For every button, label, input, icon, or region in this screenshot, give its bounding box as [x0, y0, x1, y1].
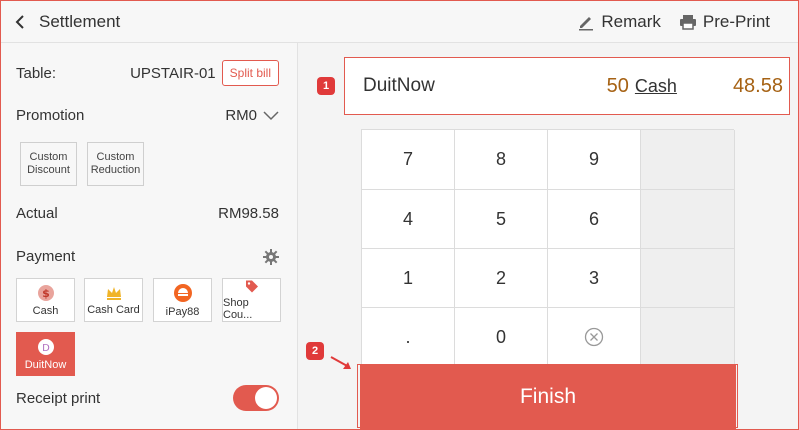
remark-label: Remark	[601, 11, 661, 31]
payment-ipay88[interactable]: iPay88	[153, 278, 212, 322]
table-row: Table: UPSTAIR-01 Split bill	[16, 60, 279, 86]
promotion-value: RM0	[225, 107, 257, 124]
table-value: UPSTAIR-01	[130, 64, 216, 82]
printer-icon	[679, 14, 696, 30]
crown-icon	[106, 286, 121, 300]
payment-row: Payment	[16, 248, 279, 265]
right-panel: 1 DuitNow 50 Cash 48.58 7 8 9 4 5 6 1 2 …	[299, 43, 798, 429]
payment-cash-label: Cash	[32, 304, 59, 317]
tag-icon	[245, 280, 258, 293]
svg-text:$: $	[42, 287, 50, 300]
custom-reduction-line2: Reduction	[90, 164, 141, 176]
key-7[interactable]: 7	[362, 130, 455, 190]
chevron-down-icon	[263, 110, 279, 120]
preprint-button[interactable]: Pre-Print	[679, 12, 770, 32]
payment-cash-card-label: Cash Card	[87, 303, 140, 316]
key-blank-1	[641, 130, 735, 190]
payment-method-name: DuitNow	[363, 75, 435, 96]
tendered-amount: 50	[606, 74, 629, 97]
actual-row: Actual RM98.58	[16, 205, 279, 222]
clear-icon	[584, 327, 604, 347]
payment-shop-coupon-label: Shop Cou...	[223, 297, 253, 321]
keypad: 7 8 9 4 5 6 1 2 3 . 0	[361, 129, 735, 367]
key-1[interactable]: 1	[362, 249, 455, 308]
actual-label: Actual	[16, 205, 58, 222]
receipt-print-row: Receipt print	[16, 385, 279, 411]
header-bar: Settlement Remark Pre-Print	[1, 1, 798, 43]
receipt-print-toggle[interactable]	[233, 385, 279, 411]
amount-type-label[interactable]: Cash	[635, 76, 677, 97]
receipt-print-label: Receipt print	[16, 389, 101, 407]
key-clear[interactable]	[548, 308, 641, 367]
remark-button[interactable]: Remark	[577, 12, 661, 32]
preprint-label: Pre-Print	[702, 11, 770, 31]
key-3[interactable]: 3	[548, 249, 641, 308]
ipay88-icon	[173, 283, 192, 302]
actual-value: RM98.58	[218, 205, 279, 222]
change-amount: 48.58	[732, 74, 783, 97]
payment-duitnow[interactable]: D DuitNow	[16, 332, 75, 376]
payment-duitnow-label: DuitNow	[24, 358, 67, 371]
payment-cash[interactable]: $ Cash	[16, 278, 75, 322]
chevron-left-icon	[15, 14, 24, 29]
back-button[interactable]	[1, 1, 39, 43]
payment-shop-coupon[interactable]: Shop Cou...	[222, 278, 281, 322]
promotion-row[interactable]: Promotion RM0	[16, 107, 279, 124]
custom-discount-button[interactable]: Custom Discount	[20, 142, 77, 186]
key-6[interactable]: 6	[548, 190, 641, 249]
key-2[interactable]: 2	[455, 249, 548, 308]
key-0[interactable]: 0	[455, 308, 548, 367]
step-badge-1: 1	[317, 77, 335, 95]
page-title: Settlement	[39, 11, 121, 31]
payment-ipay88-label: iPay88	[165, 305, 200, 318]
dollar-icon: $	[37, 284, 54, 301]
gear-icon[interactable]	[263, 248, 279, 265]
key-5[interactable]: 5	[455, 190, 548, 249]
custom-discount-line1: Custom	[29, 151, 68, 163]
key-4[interactable]: 4	[362, 190, 455, 249]
payment-label: Payment	[16, 248, 76, 265]
key-blank-3	[641, 249, 735, 308]
left-panel: Table: UPSTAIR-01 Split bill Promotion R…	[1, 43, 298, 429]
key-8[interactable]: 8	[455, 130, 548, 190]
key-blank-4	[641, 308, 735, 367]
step-badge-2: 2	[306, 342, 324, 360]
split-bill-button[interactable]: Split bill	[221, 60, 279, 86]
custom-reduction-button[interactable]: Custom Reduction	[87, 142, 144, 186]
duitnow-icon: D	[37, 338, 54, 355]
finish-highlight	[357, 364, 738, 428]
svg-text:D: D	[42, 343, 50, 354]
arrow-icon	[330, 356, 351, 369]
custom-reduction-line1: Custom	[96, 151, 135, 163]
amount-box[interactable]: DuitNow 50 Cash 48.58	[344, 57, 790, 115]
key-9[interactable]: 9	[548, 130, 641, 190]
pencil-icon	[579, 16, 594, 30]
promotion-label: Promotion	[16, 107, 85, 124]
toggle-knob	[255, 387, 277, 409]
payment-cash-card[interactable]: Cash Card	[84, 278, 143, 322]
key-dot[interactable]: .	[362, 308, 455, 367]
key-blank-2	[641, 190, 735, 249]
table-label: Table:	[16, 64, 57, 82]
custom-discount-line2: Discount	[27, 164, 70, 176]
